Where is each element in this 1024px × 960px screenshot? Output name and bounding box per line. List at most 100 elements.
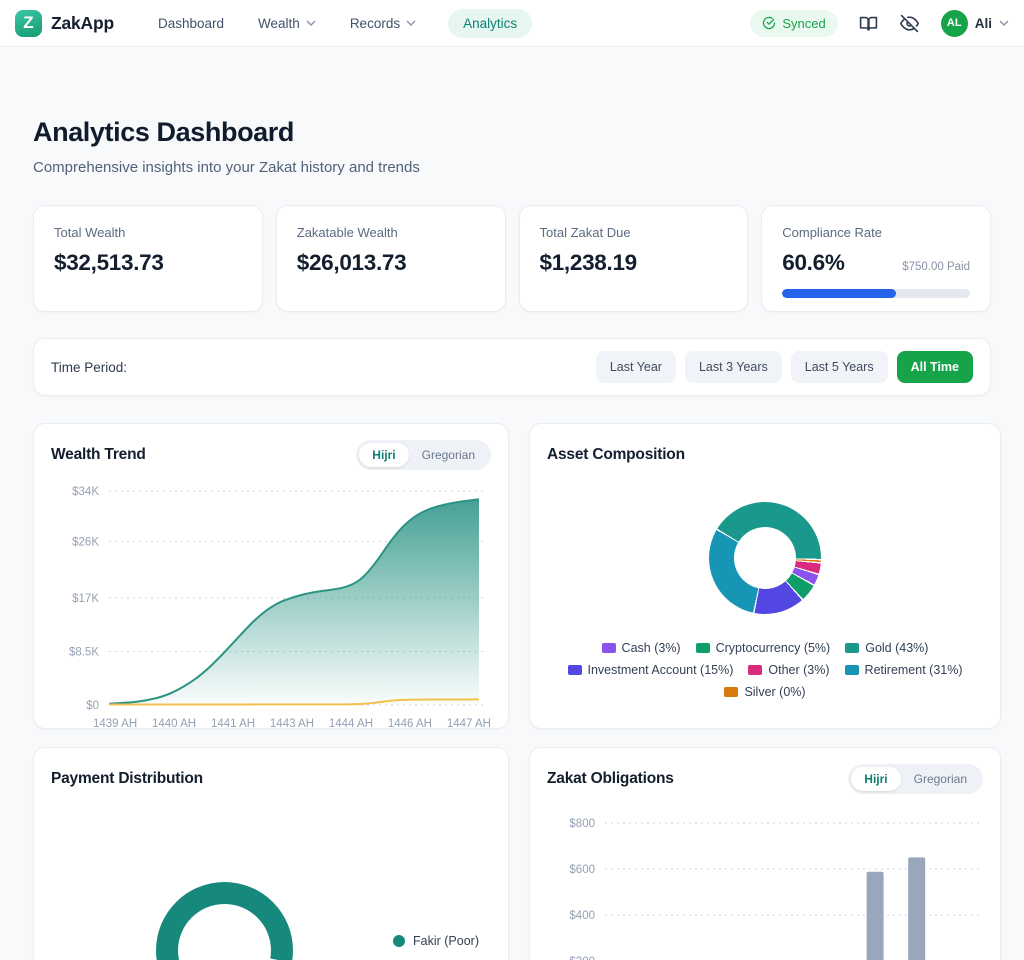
- privacy-toggle-button[interactable]: [900, 13, 920, 33]
- donut-hole: [734, 527, 796, 589]
- payment-distribution-legend[interactable]: Fakir (Poor): [393, 934, 479, 948]
- check-circle-icon: [762, 16, 776, 30]
- time-period-buttons: Last Year Last 3 Years Last 5 Years All …: [596, 351, 973, 383]
- stat-label: Total Wealth: [54, 225, 242, 240]
- legend-item[interactable]: Retirement (31%): [845, 663, 963, 677]
- page-title: Analytics Dashboard: [33, 47, 991, 148]
- donut-hole: [178, 904, 271, 960]
- stat-card-compliance-rate: Compliance Rate 60.6% $750.00 Paid: [761, 205, 991, 312]
- paid-amount: $750.00 Paid: [902, 261, 970, 273]
- x-axis-label: 1447 AH: [447, 718, 491, 730]
- legend-label: Cryptocurrency (5%): [716, 641, 831, 655]
- stat-value: $32,513.73: [54, 250, 242, 276]
- legend-swatch: [602, 643, 616, 653]
- nav-analytics[interactable]: Analytics: [448, 9, 532, 38]
- x-axis-label: 1444 AH: [329, 718, 373, 730]
- legend-item[interactable]: Other (3%): [748, 663, 829, 677]
- nav-records[interactable]: Records: [348, 9, 418, 38]
- wealth-trend-card: Wealth Trend Hijri Gregorian $0 $8.5K $17K…: [33, 423, 509, 729]
- svg-text:$26K: $26K: [72, 536, 99, 548]
- svg-text:$600: $600: [569, 864, 595, 876]
- wealth-trend-chart: $0 $8.5K $17K $26K $34K: [51, 478, 487, 714]
- payment-distribution-card: Payment Distribution Fakir (Poor): [33, 747, 509, 960]
- zakat-obligations-card: Zakat Obligations Hijri Gregorian $800 $6…: [529, 747, 1001, 960]
- asset-composition-card: Asset Composition Cash (3%) Cryptocurrenc…: [529, 423, 1001, 729]
- svg-text:$0: $0: [86, 700, 99, 712]
- page-subtitle: Comprehensive insights into your Zakat h…: [33, 159, 991, 176]
- eye-off-icon: [900, 14, 919, 33]
- main-content: Analytics Dashboard Comprehensive insigh…: [0, 47, 1024, 960]
- legend-item[interactable]: Cash (3%): [602, 641, 681, 655]
- calendar-toggle: Hijri Gregorian: [356, 440, 491, 470]
- legend-label: Other (3%): [768, 663, 829, 677]
- legend-label: Cash (3%): [622, 641, 681, 655]
- toggle-gregorian[interactable]: Gregorian: [409, 443, 488, 467]
- legend-label: Silver (0%): [744, 685, 805, 699]
- asset-composition-legend: Cash (3%) Cryptocurrency (5%) Gold (43%) In…: [547, 641, 983, 699]
- x-axis-label: 1440 AH: [152, 718, 196, 730]
- legend-item[interactable]: Cryptocurrency (5%): [696, 641, 831, 655]
- legend-label: Gold (43%): [865, 641, 928, 655]
- stat-label: Compliance Rate: [782, 225, 970, 240]
- time-period-last-5-years[interactable]: Last 5 Years: [791, 351, 888, 383]
- time-period-label: Time Period:: [51, 360, 127, 375]
- x-axis-label: 1439 AH: [93, 718, 137, 730]
- chevron-down-icon: [406, 20, 416, 26]
- x-axis-label: 1443 AH: [270, 718, 314, 730]
- time-period-bar: Time Period: Last Year Last 3 Years Last…: [33, 338, 991, 396]
- legend-swatch: [845, 643, 859, 653]
- chevron-down-icon: [999, 20, 1009, 26]
- toggle-hijri[interactable]: Hijri: [359, 443, 408, 467]
- sync-status-badge: Synced: [750, 10, 837, 37]
- chart-title: Asset Composition: [547, 446, 685, 464]
- stat-card-total-wealth: Total Wealth $32,513.73: [33, 205, 263, 312]
- time-period-last-year[interactable]: Last Year: [596, 351, 676, 383]
- chevron-down-icon: [306, 20, 316, 26]
- book-button[interactable]: [859, 13, 879, 33]
- legend-label: Retirement (31%): [865, 663, 963, 677]
- legend-item[interactable]: Gold (43%): [845, 641, 928, 655]
- stat-value: 60.6%: [782, 250, 844, 276]
- chart-title: Payment Distribution: [51, 770, 203, 788]
- legend-item[interactable]: Investment Account (15%): [568, 663, 734, 677]
- app-logo-icon: Z: [15, 10, 42, 37]
- legend-swatch: [845, 665, 859, 675]
- compliance-progress-fill: [782, 289, 896, 298]
- nav-dashboard[interactable]: Dashboard: [156, 9, 226, 38]
- chart-title: Wealth Trend: [51, 446, 146, 464]
- svg-text:$200: $200: [569, 956, 595, 960]
- legend-swatch: [748, 665, 762, 675]
- x-axis-label: 1441 AH: [211, 718, 255, 730]
- avatar: AL: [941, 10, 968, 37]
- compliance-progress-bar: [782, 289, 970, 298]
- legend-swatch: [568, 665, 582, 675]
- toggle-hijri[interactable]: Hijri: [851, 767, 900, 791]
- svg-text:$8.5K: $8.5K: [69, 647, 99, 659]
- user-name: Ali: [975, 16, 992, 31]
- time-period-last-3-years[interactable]: Last 3 Years: [685, 351, 782, 383]
- time-period-all-time[interactable]: All Time: [897, 351, 973, 383]
- zakat-obligations-chart: $800$600$400$200$0: [547, 806, 983, 960]
- stat-label: Total Zakat Due: [540, 225, 728, 240]
- user-menu[interactable]: AL Ali: [941, 10, 1009, 37]
- asset-composition-donut: [709, 502, 821, 614]
- stat-label: Zakatable Wealth: [297, 225, 485, 240]
- calendar-toggle: Hijri Gregorian: [848, 764, 983, 794]
- legend-swatch: [724, 687, 738, 697]
- toggle-gregorian[interactable]: Gregorian: [901, 767, 980, 791]
- main-nav: Dashboard Wealth Records Analytics: [156, 9, 532, 38]
- brand-name: ZakApp: [51, 13, 114, 34]
- app-header: Z ZakApp Dashboard Wealth Records Analyt…: [0, 0, 1024, 47]
- logo-letter: Z: [23, 13, 33, 33]
- svg-text:$34K: $34K: [72, 486, 99, 498]
- nav-wealth[interactable]: Wealth: [256, 9, 318, 38]
- svg-text:$800: $800: [569, 818, 595, 830]
- payment-distribution-chart: Fakir (Poor): [51, 794, 491, 960]
- header-actions: Synced AL Ali: [750, 10, 1009, 37]
- charts-grid: Wealth Trend Hijri Gregorian $0 $8.5K $17K…: [33, 423, 991, 960]
- stat-value: $1,238.19: [540, 250, 728, 276]
- stat-card-zakatable-wealth: Zakatable Wealth $26,013.73: [276, 205, 506, 312]
- legend-item[interactable]: Silver (0%): [724, 685, 805, 699]
- chart-title: Zakat Obligations: [547, 770, 674, 788]
- svg-text:$17K: $17K: [72, 593, 99, 605]
